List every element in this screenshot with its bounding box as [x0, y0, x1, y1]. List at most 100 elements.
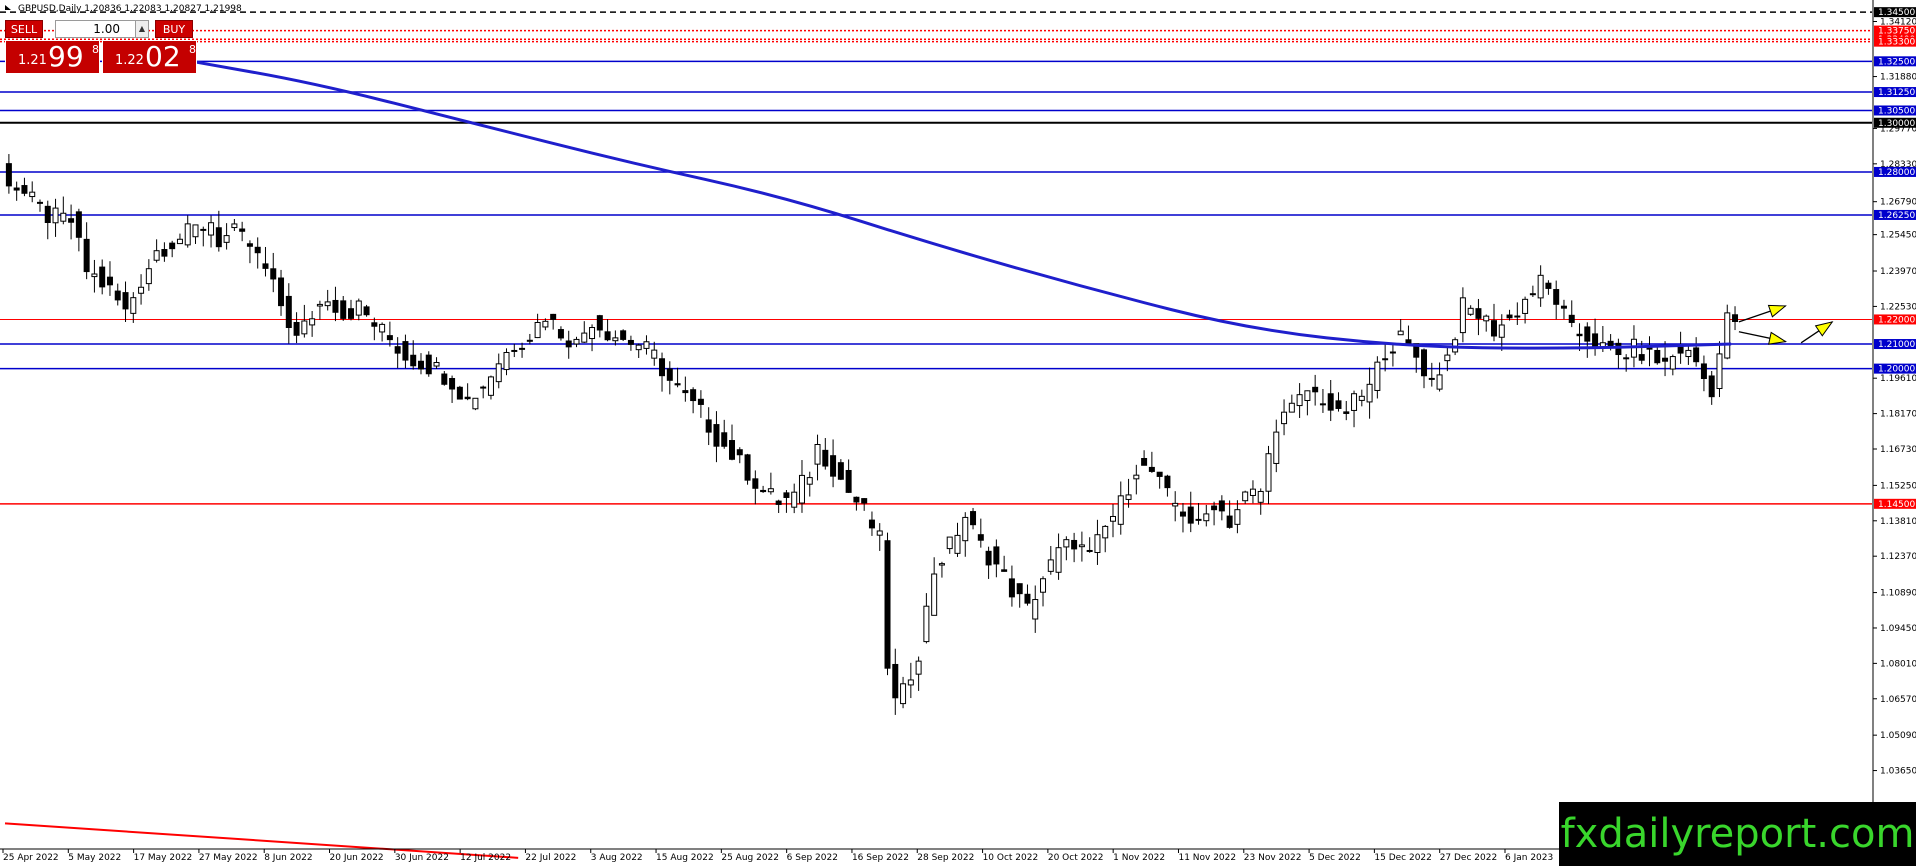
candle-body	[1537, 274, 1544, 299]
candle-body	[931, 573, 938, 616]
candle-body	[1273, 431, 1280, 464]
candle-body	[200, 228, 207, 231]
candle-body	[1141, 458, 1148, 466]
candle-body	[21, 185, 28, 194]
candle-body	[425, 354, 432, 375]
candle-body	[1094, 534, 1101, 554]
candle-body	[1662, 357, 1669, 362]
candle-body	[1078, 544, 1085, 548]
candle-body	[1242, 491, 1249, 502]
candle-body	[1187, 506, 1194, 524]
candle-body	[1203, 513, 1210, 522]
y-tick-label: 1.26790	[1880, 198, 1916, 208]
candle-body	[861, 498, 868, 504]
buy-price-box[interactable]: 1.22 02 8	[102, 40, 197, 74]
x-tick-label: 23 Nov 2022	[1244, 853, 1302, 863]
candle-body	[1063, 539, 1070, 548]
level-price-label: 1.28000	[1878, 168, 1915, 178]
x-tick-label: 3 Aug 2022	[591, 853, 643, 863]
candle-body	[1506, 314, 1513, 319]
candle-body	[1467, 307, 1474, 315]
candle-body	[1421, 349, 1428, 377]
candle-body	[1522, 298, 1529, 314]
candle-body	[379, 323, 386, 333]
one-click-trading-panel: SELL ▼ 1.00 ▲ BUY 1.21 99 8 1.22 02 8	[5, 17, 197, 77]
candle-body	[293, 321, 300, 336]
x-tick-label: 5 May 2022	[68, 853, 121, 863]
candle-body	[596, 315, 603, 331]
candle-body	[1257, 490, 1264, 503]
candle-body	[1156, 471, 1163, 477]
x-tick-label: 30 Jun 2022	[395, 853, 449, 863]
candle-body	[635, 344, 642, 351]
candle-body	[480, 386, 487, 389]
buy-price-big: 02	[145, 40, 181, 73]
candle-body	[60, 212, 67, 222]
x-tick-label: 27 May 2022	[199, 853, 258, 863]
candle-body	[386, 335, 393, 341]
candle-body	[348, 308, 355, 319]
y-tick-label: 1.03650	[1880, 767, 1916, 777]
candle-body	[1071, 539, 1078, 550]
candle-body	[44, 205, 51, 224]
candle-body	[884, 540, 891, 669]
candle-body	[946, 536, 953, 550]
candle-body	[954, 534, 961, 554]
candle-body	[1366, 383, 1373, 403]
candle-body	[316, 303, 323, 307]
collapse-triangle-icon[interactable]	[5, 5, 11, 10]
sell-button[interactable]: SELL	[5, 20, 43, 38]
y-tick-label: 1.10890	[1880, 589, 1916, 599]
candle-body	[682, 390, 689, 394]
x-tick-label: 20 Oct 2022	[1048, 853, 1104, 863]
x-tick-label: 28 Sep 2022	[917, 853, 974, 863]
candle-body	[1195, 518, 1202, 521]
x-tick-label: 11 Nov 2022	[1178, 853, 1236, 863]
candle-body	[783, 492, 790, 498]
candle-body	[1382, 358, 1389, 361]
candle-body	[208, 222, 215, 236]
candle-body	[309, 318, 316, 326]
candle-body	[1584, 326, 1591, 342]
y-tick-label: 1.06570	[1880, 695, 1916, 705]
candle-body	[907, 679, 914, 686]
candle-body	[1677, 346, 1684, 354]
candle-body	[36, 201, 43, 204]
candle-body	[573, 338, 580, 345]
candle-body	[814, 444, 821, 465]
candle-body	[1164, 475, 1171, 489]
candle-body	[1615, 342, 1622, 356]
candle-body	[1102, 525, 1109, 539]
candle-body	[775, 500, 782, 505]
candle-body	[52, 207, 59, 224]
candle-body	[806, 477, 813, 485]
candle-body	[285, 295, 292, 329]
lot-increase-button[interactable]: ▲	[135, 20, 149, 38]
sell-price-box[interactable]: 1.21 99 8	[5, 40, 100, 74]
candle-body	[892, 663, 899, 699]
candle-body	[1700, 363, 1707, 380]
x-tick-label: 10 Oct 2022	[983, 853, 1039, 863]
candle-body	[962, 516, 969, 542]
buy-button[interactable]: BUY	[155, 20, 193, 38]
candle-body	[736, 449, 743, 456]
candle-body	[1576, 333, 1583, 337]
candle-body	[176, 238, 183, 245]
candle-body	[1265, 453, 1272, 492]
candle-body	[853, 496, 860, 503]
candle-body	[604, 331, 611, 341]
candle-body	[713, 424, 720, 447]
candle-body	[1179, 511, 1186, 517]
level-price-label: 1.20000	[1878, 365, 1915, 375]
candle-body	[394, 346, 401, 354]
candle-body	[1459, 297, 1466, 334]
candle-body	[91, 273, 98, 278]
candle-body	[1374, 361, 1381, 391]
candle-body	[798, 474, 805, 504]
candles	[5, 154, 1739, 715]
x-tick-label: 16 Sep 2022	[852, 853, 909, 863]
y-tick-label: 1.09450	[1880, 624, 1916, 634]
candle-body	[690, 389, 697, 402]
y-tick-label: 1.22530	[1880, 302, 1916, 312]
candle-body	[122, 292, 129, 310]
